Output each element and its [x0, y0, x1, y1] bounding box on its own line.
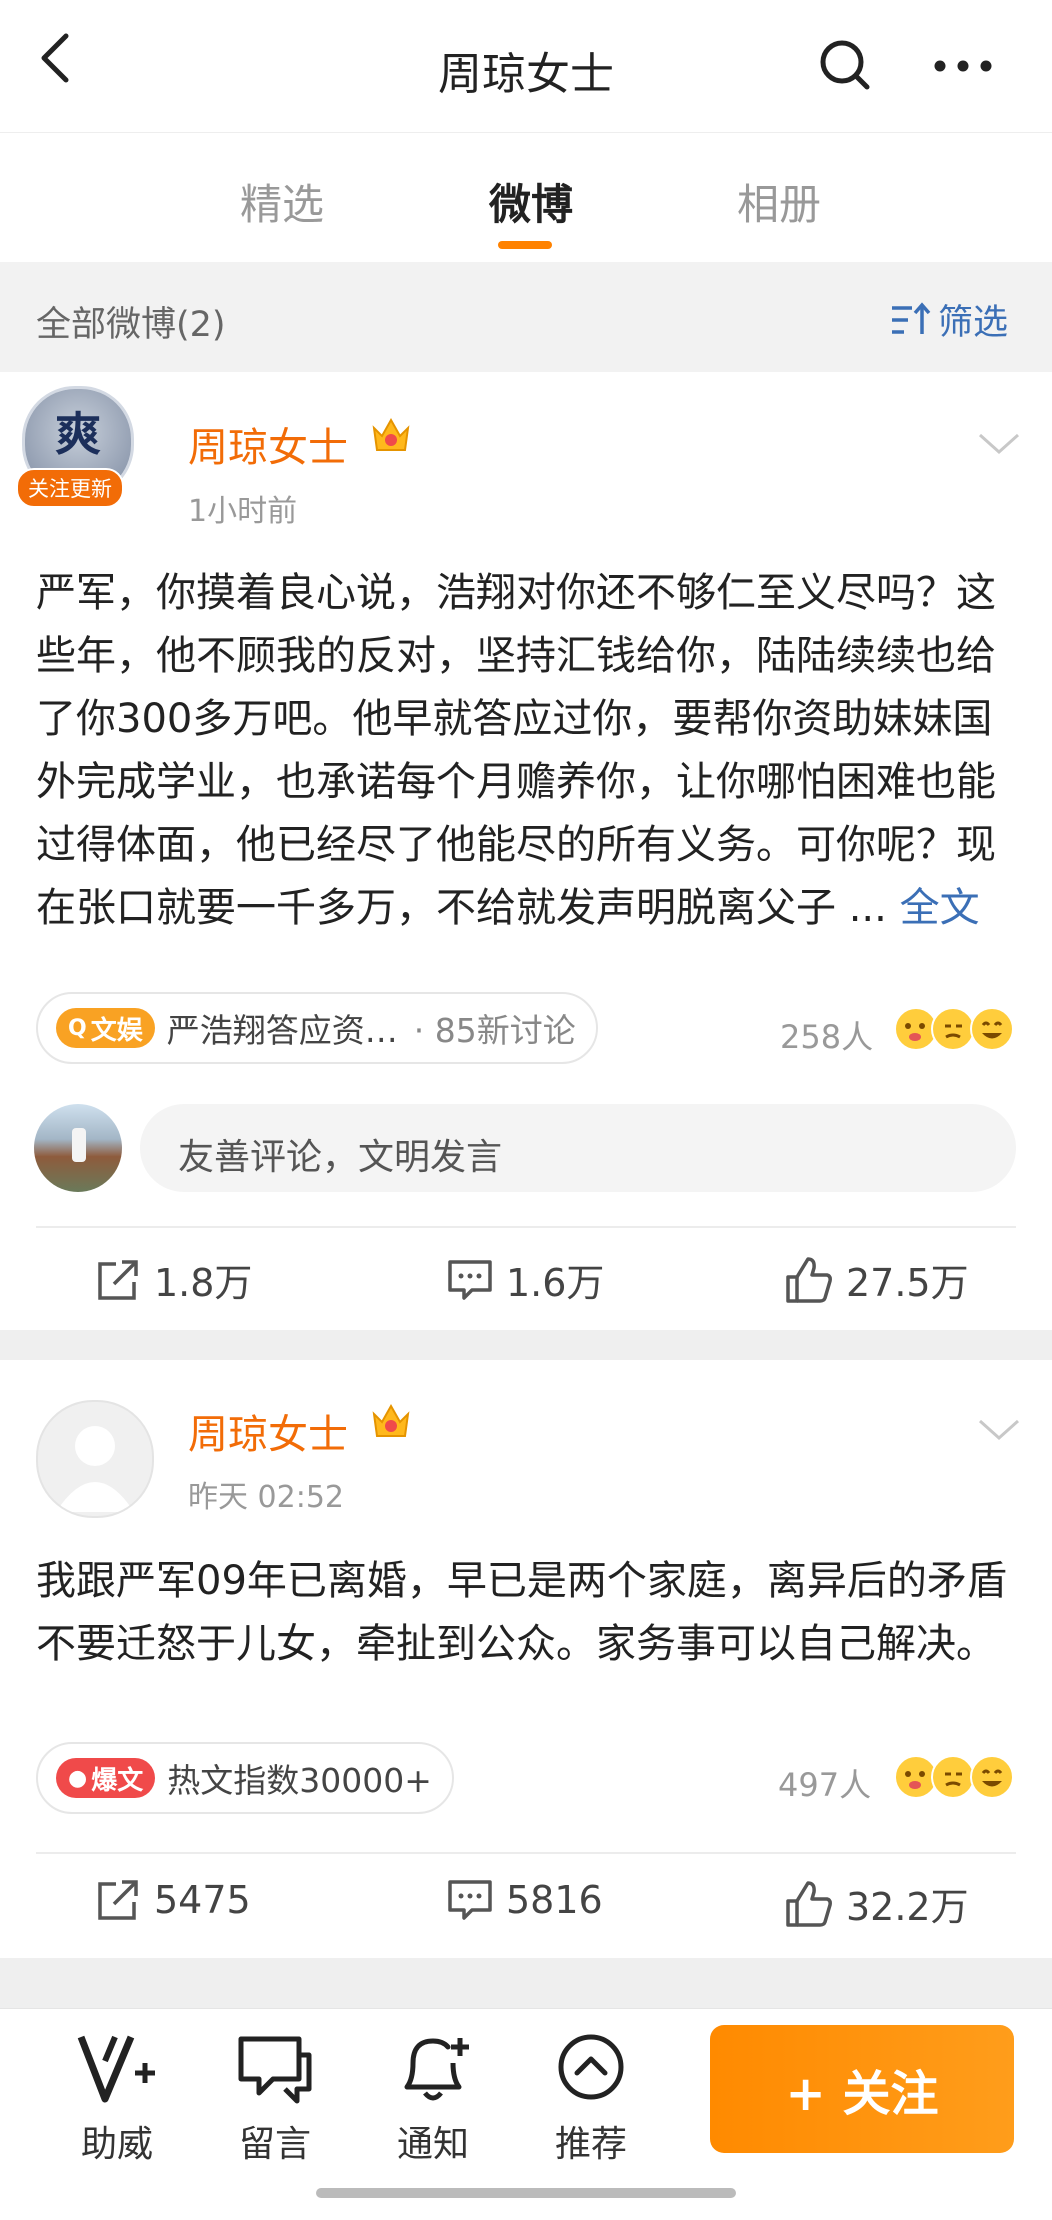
crown-vip-icon — [368, 1398, 414, 1444]
crown-vip-icon — [368, 412, 414, 458]
filter-label: 筛选 — [938, 303, 1009, 343]
chevron-up-circle-icon — [526, 2027, 656, 2111]
repost-button[interactable]: 1.8万 — [94, 1252, 252, 1307]
topic-tag: Q 文娱 — [56, 1008, 155, 1048]
cheer-label: 助威 — [80, 2124, 153, 2165]
follow-update-badge: 关注更新 — [16, 468, 124, 508]
search-icon[interactable] — [815, 35, 875, 95]
reaction-count: 497人 — [778, 1766, 872, 1804]
filter-bar: 全部微博(2) 筛选 — [0, 262, 1052, 372]
comment-count: 5816 — [506, 1878, 603, 1922]
avatar[interactable] — [36, 1400, 154, 1518]
reaction-emoji-icon[interactable] — [890, 1752, 1020, 1802]
share-icon — [94, 1876, 142, 1924]
filter-button[interactable]: 筛选 — [888, 294, 1008, 345]
reaction-emoji-icon[interactable] — [890, 1004, 1020, 1054]
comment-button[interactable]: 1.6万 — [446, 1252, 604, 1307]
repost-count: 5475 — [154, 1878, 251, 1922]
author-name[interactable]: 周琼女士 — [188, 1402, 348, 1460]
message-label: 留言 — [238, 2124, 311, 2165]
comment-placeholder: 友善评论，文明发言 — [178, 1137, 503, 1178]
thumbs-up-icon — [784, 1879, 834, 1929]
comment-icon — [446, 1256, 494, 1304]
like-count: 27.5万 — [846, 1261, 969, 1305]
divider — [36, 1852, 1016, 1854]
tab-album[interactable]: 相册 — [679, 171, 879, 232]
like-count: 32.2万 — [846, 1885, 969, 1929]
fire-icon: ● — [68, 1765, 88, 1791]
topic-tag: ● 爆文 — [56, 1758, 156, 1798]
comment-count: 1.6万 — [506, 1261, 605, 1305]
thumbs-up-icon — [784, 1255, 834, 1305]
sort-icon — [888, 300, 934, 340]
like-button[interactable]: 32.2万 — [784, 1876, 969, 1931]
more-icon[interactable] — [930, 48, 1000, 84]
post-text: 严军，你摸着良心说，浩翔对你还不够仁至义尽吗？这些年，他不顾我的反对，坚持汇钱给… — [36, 562, 1020, 940]
topic-tag-label: 文娱 — [90, 1015, 143, 1046]
share-icon — [94, 1256, 142, 1304]
tab-featured[interactable]: 精选 — [182, 171, 382, 232]
page-title: 周琼女士 — [438, 49, 614, 100]
cheer-button[interactable]: 助威 — [52, 2027, 182, 2167]
author-name[interactable]: 周琼女士 — [188, 415, 348, 473]
repost-button[interactable]: 5475 — [94, 1876, 251, 1924]
post-time: 1小时前 — [188, 494, 298, 529]
topic-text: 严浩翔答应资… — [166, 1011, 398, 1050]
follow-button[interactable]: + 关注 — [710, 2025, 1014, 2153]
message-icon — [210, 2027, 340, 2111]
divider — [36, 1226, 1016, 1228]
all-posts-count: 全部微博(2) — [36, 305, 226, 345]
expand-link[interactable]: 全文 — [900, 885, 980, 931]
comment-input[interactable]: 友善评论，文明发言 — [140, 1104, 1016, 1192]
message-button[interactable]: 留言 — [210, 2027, 340, 2167]
reaction-count: 258人 — [780, 1018, 874, 1056]
notify-label: 通知 — [396, 2124, 469, 2165]
notify-button[interactable]: 通知 — [368, 2027, 498, 2167]
topic-tag-label: 爆文 — [91, 1765, 144, 1796]
cheer-v-icon — [52, 2027, 182, 2111]
bell-icon — [368, 2027, 498, 2111]
topic-pill[interactable]: Q 文娱 严浩翔答应资… · 85新讨论 — [36, 992, 598, 1064]
user-avatar — [34, 1104, 122, 1192]
home-indicator — [316, 2188, 736, 2198]
topic-extra: · 85新讨论 — [413, 1011, 576, 1050]
comment-button[interactable]: 5816 — [446, 1876, 603, 1924]
topic-pill[interactable]: ● 爆文 热文指数30000+ — [36, 1742, 454, 1814]
topic-text: 热文指数30000+ — [167, 1761, 432, 1800]
tab-weibo[interactable]: 微博 — [431, 171, 631, 232]
post-time: 昨天 02:52 — [188, 1480, 344, 1515]
comment-icon — [446, 1876, 494, 1924]
chevron-down-icon[interactable] — [978, 432, 1020, 456]
chevron-down-icon[interactable] — [978, 1418, 1020, 1442]
post-card: 周琼女士 昨天 02:52 我跟严军09年已离婚，早已是两个家庭，离异后的矛盾不… — [0, 1360, 1052, 1958]
post-text-content: 严军，你摸着良心说，浩翔对你还不够仁至义尽吗？这些年，他不顾我的反对，坚持汇钱给… — [36, 570, 996, 931]
recommend-button[interactable]: 推荐 — [526, 2027, 656, 2167]
like-button[interactable]: 27.5万 — [784, 1252, 969, 1307]
recommend-label: 推荐 — [554, 2124, 627, 2165]
post-text: 我跟严军09年已离婚，早已是两个家庭，离异后的矛盾不要迁怒于儿女，牵扯到公众。家… — [36, 1558, 1007, 1667]
active-tab-indicator — [498, 241, 552, 249]
profile-tabs: 精选 微博 相册 — [0, 132, 1052, 263]
search-icon: Q — [68, 1015, 87, 1041]
repost-count: 1.8万 — [154, 1261, 253, 1305]
post-card: 爽 关注更新 周琼女士 1小时前 严军，你摸着良心说，浩翔对你还不够仁至义尽吗？… — [0, 372, 1052, 1330]
top-navbar: 周琼女士 — [0, 0, 1052, 132]
